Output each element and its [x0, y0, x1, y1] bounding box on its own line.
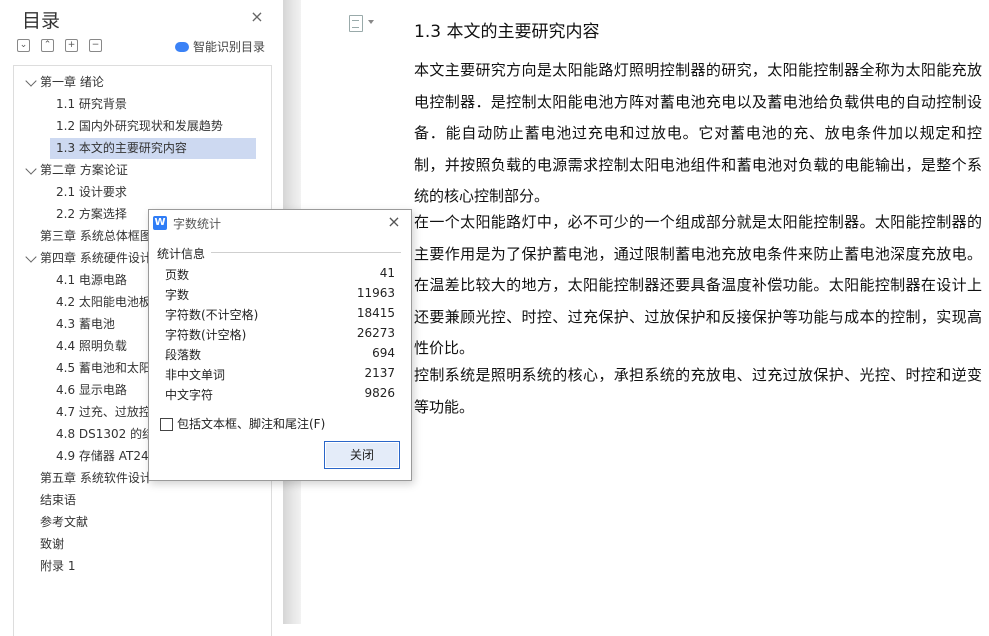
- stat-value: 18415: [356, 306, 395, 320]
- toc-item[interactable]: 参考文献: [22, 512, 280, 533]
- smart-recognize-label: 智能识别目录: [193, 40, 266, 54]
- toc-item-label: 第一章 绪论: [40, 75, 104, 89]
- toc-item-label: 2.1 设计要求: [56, 185, 127, 199]
- toc-item-label: 2.2 方案选择: [56, 207, 127, 221]
- stat-label: 字符数(不计空格): [165, 308, 259, 322]
- toc-item[interactable]: 1.3 本文的主要研究内容: [50, 138, 256, 159]
- toc-item-label: 第三章 系统总体框图: [40, 229, 152, 243]
- toc-item[interactable]: 1.2 国内外研究现状和发展趋势: [50, 116, 250, 137]
- chevron-down-icon[interactable]: [25, 75, 37, 87]
- stat-value: 26273: [356, 326, 395, 340]
- chevron-down-icon[interactable]: [368, 20, 374, 24]
- stat-label: 页数: [165, 268, 190, 282]
- paragraph-1: 本文主要研究方向是太阳能路灯照明控制器的研究，太阳能控制器全称为太阳能充放电控制…: [414, 61, 982, 205]
- paragraph-3: 控制系统是照明系统的核心，承担系统的充放电、过充过放保护、光控、时控和逆变等功能…: [414, 366, 982, 416]
- smart-recognize-button[interactable]: 智能识别目录: [175, 38, 265, 55]
- dialog-title: 字数统计: [173, 217, 222, 231]
- toc-item-label: 参考文献: [40, 515, 89, 529]
- stats-section-label: 统计信息: [157, 247, 206, 261]
- toc-item-label: 4.3 蓄电池: [56, 317, 115, 331]
- stat-value: 694: [372, 346, 395, 360]
- stat-value: 41: [379, 266, 395, 280]
- stat-label: 字符数(计空格): [165, 328, 247, 342]
- wps-writer-icon: W: [153, 216, 167, 230]
- toc-item[interactable]: 结束语: [22, 490, 280, 511]
- toc-item-label: 1.1 研究背景: [56, 97, 127, 111]
- toc-item-label: 结束语: [40, 493, 77, 507]
- stat-label: 段落数: [165, 348, 202, 362]
- toc-item-label: 第五章 系统软件设计: [40, 471, 152, 485]
- section-divider: [211, 252, 401, 253]
- add-icon[interactable]: +: [65, 39, 78, 52]
- toc-item-label: 1.2 国内外研究现状和发展趋势: [56, 119, 223, 133]
- toc-item-label: 4.1 电源电路: [56, 273, 127, 287]
- toc-item-label: 1.3 本文的主要研究内容: [56, 141, 187, 155]
- section-heading: 1.3 本文的主要研究内容: [414, 22, 600, 42]
- stat-value: 11963: [356, 286, 395, 300]
- toc-item-label: 4.5 蓄电池和太阳: [56, 361, 151, 375]
- toc-item-label: 第二章 方案论证: [40, 163, 128, 177]
- toc-item[interactable]: 第二章 方案论证: [22, 160, 280, 181]
- toc-item-label: 附录 1: [40, 559, 76, 573]
- toc-title: 目录: [22, 10, 61, 32]
- stat-label: 中文字符: [165, 388, 214, 402]
- toc-item-label: 4.8 DS1302 的结: [56, 427, 155, 441]
- toc-item-label: 致谢: [40, 537, 65, 551]
- close-icon[interactable]: ×: [249, 9, 265, 25]
- toc-item-label: 4.7 过充、过放控: [56, 405, 151, 419]
- toc-item[interactable]: 1.1 研究背景: [50, 94, 250, 115]
- close-button[interactable]: 关闭: [324, 441, 400, 469]
- toc-item[interactable]: 致谢: [22, 534, 280, 555]
- include-textbox-checkbox[interactable]: [160, 418, 173, 431]
- word-count-dialog: W 字数统计 × 统计信息 包括文本框、脚注和尾注(F) 关闭 页数 41 字数 11…: [148, 209, 412, 481]
- stat-label: 字数: [165, 288, 190, 302]
- toc-item[interactable]: 附录 1: [22, 556, 280, 577]
- stat-label: 非中文单词: [165, 368, 226, 382]
- toc-item-label: 4.6 显示电路: [56, 383, 127, 397]
- remove-icon[interactable]: −: [89, 39, 102, 52]
- paragraph-2: 在一个太阳能路灯中，必不可少的一个组成部分就是太阳能控制器。太阳能控制器的主要作…: [414, 213, 982, 357]
- toc-item[interactable]: 第一章 绪论: [22, 72, 280, 93]
- toc-item-label: 4.4 照明负载: [56, 339, 127, 353]
- close-icon[interactable]: ×: [387, 214, 401, 230]
- include-textbox-label[interactable]: 包括文本框、脚注和尾注(F): [177, 415, 325, 432]
- collapse-all-icon[interactable]: ⌄: [17, 39, 30, 52]
- expand-up-icon[interactable]: ⌃: [41, 39, 54, 52]
- stat-value: 2137: [364, 366, 395, 380]
- toc-item-label: 4.2 太阳能电池板: [56, 295, 151, 309]
- toc-item[interactable]: 2.1 设计要求: [50, 182, 250, 203]
- toc-item-label: 4.9 存储器 AT24C: [56, 449, 157, 463]
- chevron-down-icon[interactable]: [25, 251, 37, 263]
- chevron-down-icon[interactable]: [25, 163, 37, 175]
- stat-value: 9826: [364, 386, 395, 400]
- ai-cloud-icon: [175, 42, 189, 52]
- document-icon[interactable]: [349, 15, 363, 32]
- toc-item-label: 第四章 系统硬件设计: [40, 251, 152, 265]
